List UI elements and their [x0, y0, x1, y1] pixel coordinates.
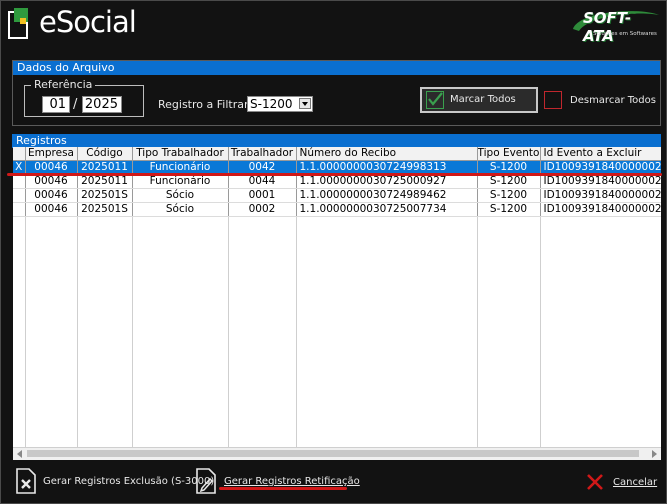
- column-header[interactable]: Empresa: [25, 147, 78, 161]
- grid-column-lines: [25, 217, 541, 447]
- month-input[interactable]: 01: [42, 96, 70, 113]
- desmarcar-todos-button[interactable]: Desmarcar Todos: [543, 89, 661, 111]
- document-delete-icon: [16, 468, 36, 494]
- cell: ID1009391840000002025: [540, 188, 661, 203]
- document-edit-icon: [196, 468, 216, 494]
- cell: 1.1.0000000030725000927: [296, 174, 478, 189]
- annotation-underline-row: [7, 173, 662, 176]
- date-separator: /: [73, 97, 78, 112]
- brand-tagline: Soluções em Softwares: [593, 31, 657, 37]
- desmarcar-todos-label: Desmarcar Todos: [570, 95, 656, 106]
- cell: S-1200: [477, 188, 541, 203]
- cell: 202501S: [77, 202, 133, 217]
- cell: Funcionário: [132, 174, 229, 189]
- column-header[interactable]: Tipo Evento: [477, 147, 541, 161]
- chevron-down-icon[interactable]: [299, 98, 311, 109]
- gerar-retificacao-label: Gerar Registros Retificação: [224, 476, 360, 487]
- cell: Sócio: [132, 202, 229, 217]
- registro-filtrar-label: Registro a Filtrar:: [158, 98, 252, 111]
- scroll-right-icon[interactable]: [652, 450, 657, 458]
- table-header-row: Empresa Código Tipo Trabalhador Trabalha…: [13, 147, 661, 161]
- table-row[interactable]: 00046 202501S Sócio 0001 1.1.00000000307…: [13, 188, 661, 203]
- cell: ID1009391840000002025: [540, 174, 661, 189]
- gerar-exclusao-label: Gerar Registros Exclusão (S-3000): [43, 476, 215, 487]
- registros-grid[interactable]: Empresa Código Tipo Trabalhador Trabalha…: [13, 147, 661, 447]
- annotation-underline-retificacao: [219, 487, 347, 490]
- table-row[interactable]: 00046 202501S Sócio 0002 1.1.00000000307…: [13, 202, 661, 217]
- horizontal-scrollbar[interactable]: [13, 447, 661, 460]
- year-input[interactable]: 2025: [82, 96, 122, 113]
- marcar-todos-label: Marcar Todos: [450, 94, 516, 105]
- esocial-logo-icon: [8, 8, 28, 39]
- cell: 1.1.0000000030725007734: [296, 202, 478, 217]
- cell: 0044: [228, 174, 297, 189]
- column-header[interactable]: Tipo Trabalhador: [132, 147, 229, 161]
- table-row[interactable]: 00046 2025011 Funcionário 0044 1.1.00000…: [13, 174, 661, 189]
- gerar-retificacao-button[interactable]: Gerar Registros Retificação: [195, 467, 360, 497]
- cancelar-button[interactable]: Cancelar: [586, 471, 658, 495]
- column-header[interactable]: Número do Recibo: [296, 147, 478, 161]
- column-header[interactable]: Id Evento a Excluir: [540, 147, 661, 161]
- cell: S-1200: [477, 174, 541, 189]
- row-mark[interactable]: [13, 188, 26, 203]
- app-title: eSocial: [39, 5, 137, 39]
- cell: 202501S: [77, 188, 133, 203]
- gerar-exclusao-button[interactable]: Gerar Registros Exclusão (S-3000): [15, 467, 214, 497]
- marcar-todos-button[interactable]: Marcar Todos: [420, 87, 538, 113]
- brand-name: SOFT-ATA: [583, 9, 632, 45]
- cancelar-label: Cancelar: [613, 477, 658, 488]
- cell: 00046: [25, 202, 78, 217]
- row-mark[interactable]: [13, 202, 26, 217]
- referencia-label: Referência: [31, 78, 96, 91]
- scroll-thumb[interactable]: [27, 450, 639, 457]
- cell: 0002: [228, 202, 297, 217]
- cell: Sócio: [132, 188, 229, 203]
- brand-logo: SOFT-ATA Soluções em Softwares: [569, 7, 661, 45]
- registros-table: Empresa Código Tipo Trabalhador Trabalha…: [13, 147, 661, 217]
- cell: ID1009391840000002025: [540, 202, 661, 217]
- checkbox-checked-icon: [426, 91, 444, 109]
- column-header[interactable]: Trabalhador: [228, 147, 297, 161]
- registros-group-title: Registros: [12, 134, 661, 148]
- cell: 1.1.0000000030724989462: [296, 188, 478, 203]
- app-window: eSocial SOFT-ATA Soluções em Softwares D…: [0, 0, 667, 504]
- cell: 00046: [25, 174, 78, 189]
- row-mark[interactable]: [13, 174, 26, 189]
- dados-group-title: Dados do Arquivo: [13, 61, 660, 75]
- column-header[interactable]: Código: [77, 147, 133, 161]
- scroll-left-icon[interactable]: [17, 450, 22, 458]
- cancel-x-icon: [587, 474, 603, 490]
- cell: S-1200: [477, 202, 541, 217]
- registro-filtrar-select[interactable]: S-1200: [247, 96, 313, 112]
- cell: 0001: [228, 188, 297, 203]
- registro-filtrar-value: S-1200: [250, 97, 293, 111]
- cell: 2025011: [77, 174, 133, 189]
- cell: 00046: [25, 188, 78, 203]
- column-header-mark: [13, 147, 26, 161]
- checkbox-unchecked-icon: [544, 91, 562, 109]
